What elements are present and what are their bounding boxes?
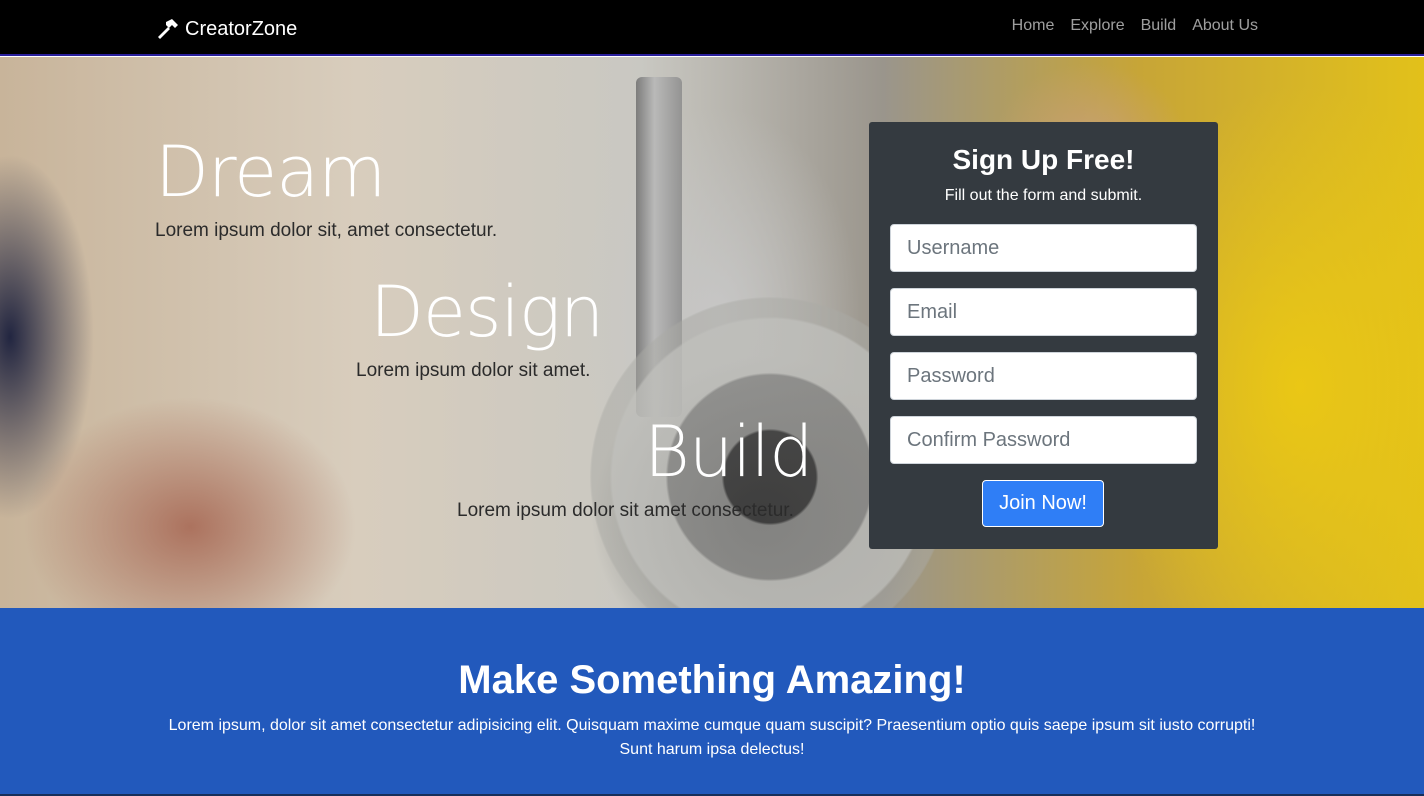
brand-link[interactable]: CreatorZone	[155, 15, 297, 43]
navbar: CreatorZone Home Explore Build About Us	[0, 0, 1424, 56]
hero-subtitle-design: Lorem ipsum dolor sit amet.	[356, 360, 591, 381]
hero-subtitle-build: Lorem ipsum dolor sit amet consectetur.	[457, 500, 794, 521]
nav-link-explore[interactable]: Explore	[1070, 17, 1124, 35]
email-input[interactable]	[890, 288, 1197, 336]
signup-subtitle: Fill out the form and submit.	[944, 187, 1143, 204]
cta-section: Make Something Amazing! Lorem ipsum, dol…	[0, 608, 1424, 796]
cta-title: Make Something Amazing!	[458, 658, 966, 702]
hammer-icon	[155, 18, 179, 40]
hero-title-design: Design	[370, 271, 604, 353]
signup-card: Sign Up Free! Fill out the form and subm…	[869, 122, 1218, 549]
password-input[interactable]	[890, 352, 1197, 400]
hero-subtitle-dream: Lorem ipsum dolor sit, amet consectetur.	[155, 220, 498, 241]
cta-text: Lorem ipsum, dolor sit amet consectetur …	[168, 717, 1256, 758]
signup-title: Sign Up Free!	[952, 144, 1135, 175]
nav-link-build[interactable]: Build	[1141, 17, 1177, 35]
brand-name: CreatorZone	[185, 17, 298, 40]
nav-link-about-us[interactable]: About Us	[1192, 17, 1258, 35]
nav-links: Home Explore Build About Us	[1012, 17, 1258, 35]
hero-title-build: Build	[644, 411, 814, 493]
username-input[interactable]	[890, 224, 1197, 272]
nav-link-home[interactable]: Home	[1012, 17, 1055, 35]
join-now-button[interactable]: Join Now!	[982, 480, 1104, 527]
confirm-password-input[interactable]	[890, 416, 1197, 464]
hero-title-dream: Dream	[155, 131, 386, 213]
